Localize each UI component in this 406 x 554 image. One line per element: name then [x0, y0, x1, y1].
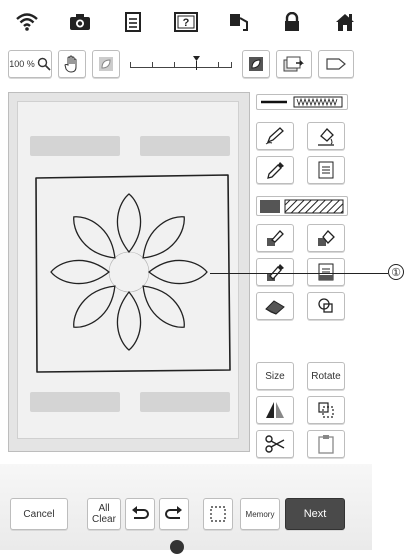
export-icon — [326, 58, 346, 70]
home-icon[interactable] — [328, 5, 362, 39]
redo-button[interactable] — [159, 498, 189, 530]
area-color-picker-button[interactable] — [256, 258, 294, 286]
cut-button[interactable] — [256, 430, 294, 458]
next-label: Next — [303, 508, 327, 520]
memory-label: Memory — [245, 509, 275, 519]
line-fill-button[interactable] — [307, 122, 345, 150]
lock-icon[interactable] — [275, 5, 309, 39]
list-icon — [318, 161, 334, 179]
svg-text:?: ? — [183, 17, 190, 29]
rotate-button[interactable]: Rotate — [307, 362, 345, 390]
list-icon — [318, 263, 334, 281]
top-icon-bar: ? — [0, 0, 372, 44]
undo-icon — [132, 506, 149, 519]
clipboard-icon — [318, 435, 334, 454]
background-image-on-button[interactable] — [242, 50, 270, 78]
eyedropper-icon — [267, 264, 284, 281]
area-properties-button[interactable] — [307, 258, 345, 286]
callout-leader-line — [210, 273, 388, 274]
cancel-button[interactable]: Cancel — [10, 498, 68, 530]
size-label: Size — [265, 370, 285, 382]
pen-icon — [265, 127, 284, 145]
magnifier-icon — [37, 57, 51, 71]
line-type-button[interactable] — [256, 94, 348, 110]
select-area-button[interactable] — [307, 292, 345, 320]
cancel-label: Cancel — [23, 508, 55, 520]
shapes-icon — [318, 298, 333, 313]
memory-button[interactable]: Memory — [240, 498, 280, 530]
flip-icon — [266, 402, 284, 418]
page-icon[interactable] — [116, 5, 150, 39]
dotted-select-icon — [210, 506, 226, 522]
redo-icon — [165, 506, 182, 519]
next-button[interactable]: Next — [285, 498, 345, 530]
line-type-icon — [261, 96, 343, 108]
hand-pan-button[interactable] — [58, 50, 86, 78]
select-all-button[interactable] — [203, 498, 233, 530]
leaf-icon — [99, 57, 113, 71]
flip-button[interactable] — [256, 396, 294, 424]
fill-pattern-icon — [260, 199, 344, 214]
move-button[interactable] — [307, 396, 345, 424]
undo-button[interactable] — [125, 498, 155, 530]
export-button[interactable] — [318, 50, 354, 78]
zoom-label: 100 % — [9, 59, 35, 69]
zoom-button[interactable]: 100 % — [8, 50, 52, 78]
area-fill-button[interactable] — [307, 224, 345, 252]
scissors-icon — [265, 435, 285, 453]
callout-number: ① — [388, 264, 404, 280]
transparency-slider[interactable] — [126, 50, 236, 78]
thread-icon[interactable] — [222, 5, 256, 39]
leaf-icon — [249, 57, 263, 71]
bucket-area-icon — [318, 230, 335, 246]
all-clear-button[interactable]: All Clear — [87, 498, 121, 530]
wifi-icon[interactable] — [10, 5, 44, 39]
move-icon — [318, 402, 334, 418]
background-image-off-button[interactable] — [92, 50, 120, 78]
pen-tool-button[interactable] — [256, 122, 294, 150]
eyedropper-icon — [267, 162, 284, 179]
eraser-icon — [265, 300, 285, 315]
rotate-label: Rotate — [311, 370, 341, 382]
hand-icon — [64, 55, 77, 73]
size-button[interactable]: Size — [256, 362, 294, 390]
camera-icon[interactable] — [63, 5, 97, 39]
all-clear-label-line2: Clear — [92, 514, 116, 525]
bottom-action-bar: Cancel All Clear Memory Next — [0, 464, 372, 554]
brush-icon — [267, 230, 284, 246]
brush-tool-button[interactable] — [256, 224, 294, 252]
bucket-line-icon — [318, 128, 334, 146]
paste-button[interactable] — [307, 430, 345, 458]
needle-position-icon — [170, 540, 184, 554]
line-color-picker-button[interactable] — [256, 156, 294, 184]
quilt-flower-drawing — [35, 174, 231, 373]
import-image-button[interactable] — [276, 50, 312, 78]
eraser-button[interactable] — [256, 292, 294, 320]
line-properties-button[interactable] — [307, 156, 345, 184]
fill-type-button[interactable] — [256, 196, 348, 216]
scanned-sheet — [17, 101, 239, 439]
view-toolbar: 100 % — [8, 44, 364, 84]
device-screen: ? 100 % Size Rotate Cancel All Clear Mem… — [0, 0, 372, 554]
import-icon — [283, 56, 304, 72]
drawing-canvas[interactable] — [8, 92, 250, 452]
slider-knob[interactable] — [193, 56, 200, 70]
all-clear-label-line1: All — [98, 503, 110, 514]
help-icon[interactable]: ? — [169, 5, 203, 39]
